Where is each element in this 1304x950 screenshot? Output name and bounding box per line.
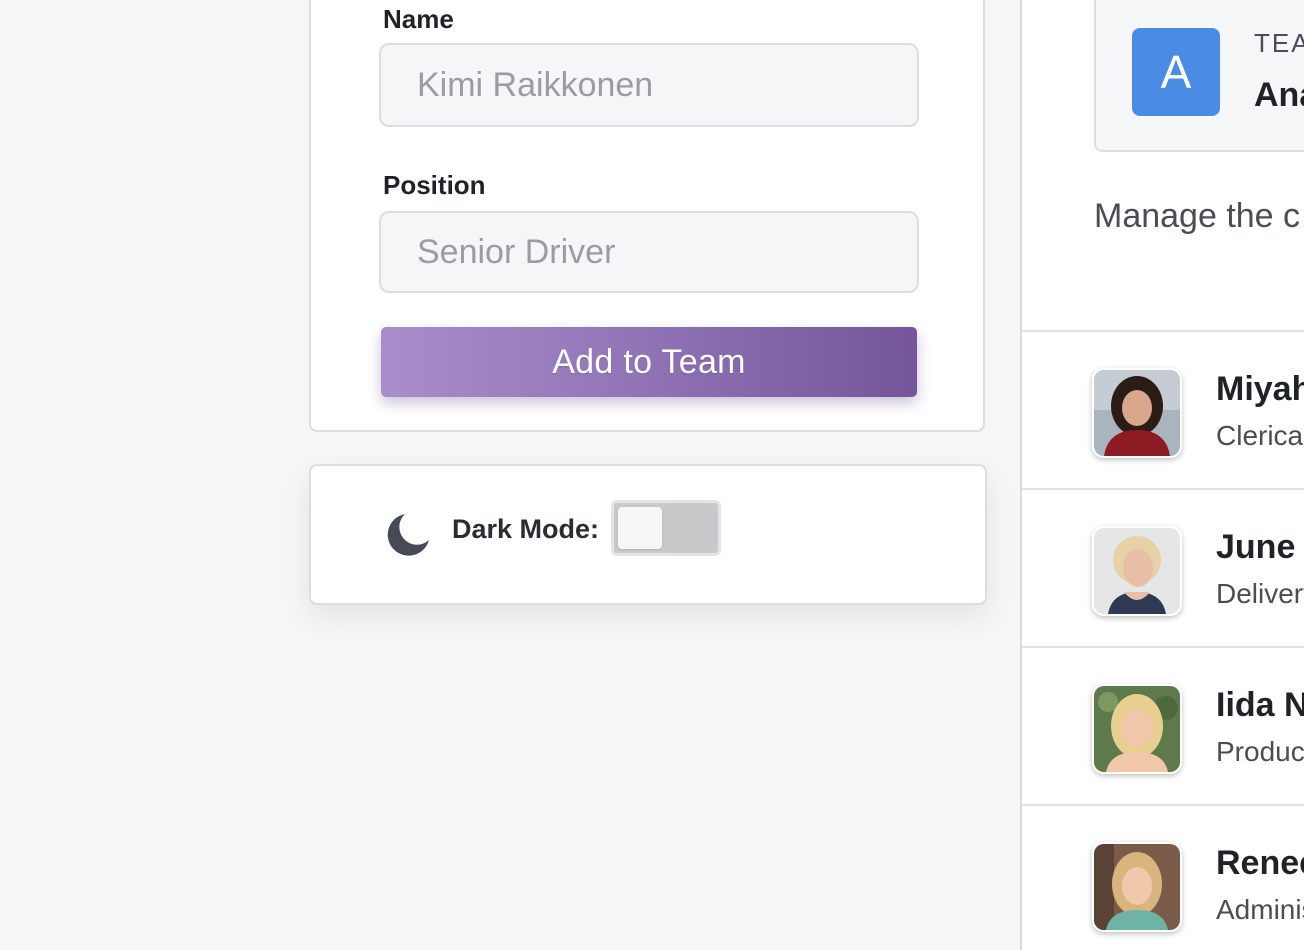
member-row[interactable]: June Delivery [1022, 488, 1304, 646]
member-list: Miyah Clerical June Delivery [1022, 330, 1304, 950]
dark-mode-label: Dark Mode: [452, 514, 600, 544]
name-label: Name [383, 4, 454, 34]
team-description: Manage the c customize yo [1094, 197, 1304, 235]
page: Name Position Add to Team Dark Mode: A T… [0, 0, 1304, 950]
add-member-form: Name Position Add to Team [309, 0, 985, 432]
toggle-knob[interactable] [618, 507, 662, 549]
dark-mode-card: Dark Mode: [309, 464, 987, 605]
member-row[interactable]: Miyah Clerical [1022, 330, 1304, 488]
member-avatar [1092, 368, 1182, 458]
member-avatar [1092, 842, 1182, 932]
position-input[interactable] [379, 211, 919, 293]
team-kicker: TEA [1254, 28, 1304, 58]
member-name: Iida N [1216, 686, 1304, 724]
member-name: June [1216, 528, 1296, 566]
member-role: Clerical [1216, 420, 1304, 451]
moon-icon [383, 510, 433, 560]
team-panel: A TEA Ana Manage the c customize yo Miya… [1020, 0, 1304, 950]
add-to-team-button[interactable]: Add to Team [381, 327, 917, 397]
member-role: Delivery [1216, 578, 1304, 609]
name-input[interactable] [379, 43, 919, 127]
team-avatar: A [1132, 28, 1220, 116]
dark-mode-toggle[interactable] [611, 500, 721, 556]
member-avatar [1092, 526, 1182, 616]
team-name: Ana [1254, 76, 1304, 114]
member-row[interactable]: Renee Adminis [1022, 804, 1304, 950]
member-name: Miyah [1216, 370, 1304, 408]
team-header: A TEA Ana [1094, 0, 1304, 152]
member-row[interactable]: Iida N Product [1022, 646, 1304, 804]
member-role: Product [1216, 736, 1304, 767]
member-role: Adminis [1216, 894, 1304, 925]
position-label: Position [383, 170, 486, 200]
member-name: Renee [1216, 844, 1304, 882]
member-avatar [1092, 684, 1182, 774]
